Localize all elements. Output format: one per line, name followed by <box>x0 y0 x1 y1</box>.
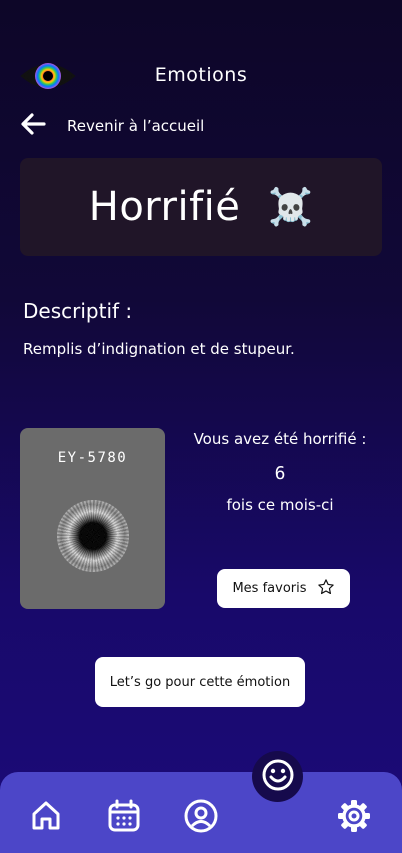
header: Emotions <box>0 56 402 96</box>
stats-line2: fois ce mois-ci <box>226 496 334 514</box>
skull-crossbones-icon: ☠️ <box>268 187 314 228</box>
home-icon[interactable] <box>28 797 64 835</box>
emotion-card: Horrifié ☠️ <box>20 158 382 256</box>
go-emotion-button[interactable]: Let’s go pour cette émotion <box>95 657 305 707</box>
arrow-left-icon <box>20 113 46 139</box>
eye-card: EY-5780 <box>20 428 165 609</box>
stats-line1: Vous avez été horrifié : <box>193 430 367 448</box>
calendar-icon[interactable] <box>106 797 142 835</box>
gear-icon[interactable] <box>336 797 372 835</box>
app-title: Emotions <box>154 64 248 86</box>
back-to-home-link[interactable]: Revenir à l’accueil <box>20 112 204 140</box>
favorites-label: Mes favoris <box>232 581 307 596</box>
stats-count: 6 <box>274 463 286 484</box>
emotion-name: Horrifié <box>88 184 241 230</box>
emotion-fab[interactable] <box>252 751 303 802</box>
back-label: Revenir à l’accueil <box>67 117 205 135</box>
iris-image <box>57 500 129 572</box>
star-outline-icon <box>307 578 335 600</box>
description-text: Remplis d’indignation et de stupeur. <box>23 340 295 358</box>
smiley-icon <box>261 758 295 796</box>
description-title: Descriptif : <box>23 299 133 323</box>
eye-code: EY-5780 <box>57 450 128 466</box>
emotion-stats: Vous avez été horrifié : 6 fois ce mois-… <box>178 428 382 514</box>
favorites-button[interactable]: Mes favoris <box>217 569 350 608</box>
user-circle-icon[interactable] <box>183 797 219 835</box>
